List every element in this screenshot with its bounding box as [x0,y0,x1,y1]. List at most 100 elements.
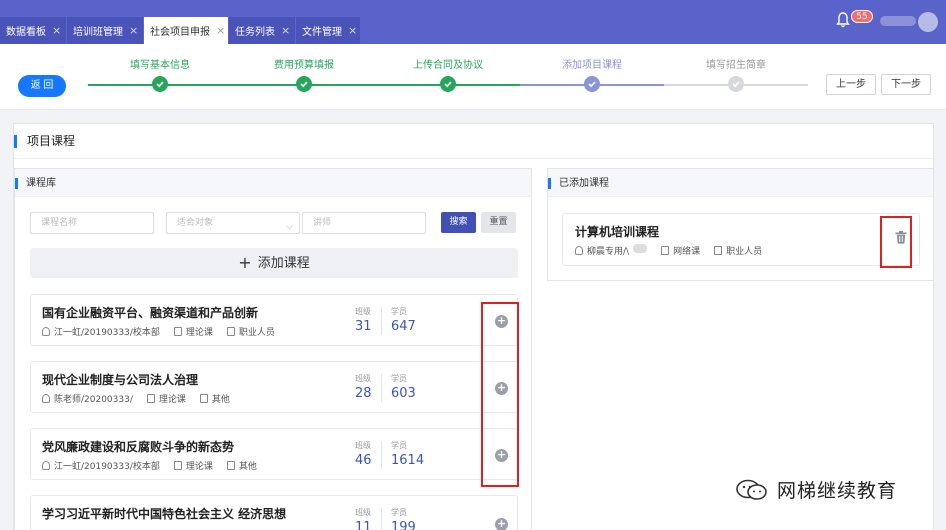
added-title: 已添加课程 [548,178,609,189]
tab-label: 培训班管理 [73,27,123,38]
user-icon [42,394,50,403]
course-row: 党风廉政建设和反腐败斗争的新态势 江一虹/20190333/校本部 理论课 其他… [30,428,518,480]
tab-label: 社会项目申报 [150,27,210,38]
course-author: 江一虹/20190333/校本部 [54,328,160,338]
plus-icon: + [238,253,252,272]
audience-icon [226,461,235,470]
redacted-text [633,244,648,253]
added-course-item: 计算机培训课程 柳晨专用/\ 网络课 职业人员 [562,213,920,266]
student-label: 学员 [391,441,407,450]
divider [381,374,382,402]
add-course-button[interactable]: + 添加课程 [30,248,518,278]
user-icon [575,246,583,255]
check-icon [152,76,168,92]
bell-icon[interactable] [836,12,850,28]
course-meta: 柳晨专用/\ 网络课 职业人员 [575,244,776,257]
lecturer-input[interactable]: 讲师 [302,212,426,234]
step-label: 填写招生简章 [706,60,766,71]
wechat-icon [736,479,767,500]
panel-header [15,169,531,197]
divider [381,508,382,530]
divider [381,441,382,469]
watermark: 网梯继续教育 [735,476,897,503]
class-label: 班级 [355,307,371,316]
tab-file-management[interactable]: 文件管理 × [296,17,360,44]
add-circle-icon[interactable]: + [495,518,508,530]
class-count: 46 [355,453,372,468]
close-icon[interactable]: × [52,24,61,37]
class-label: 班级 [355,441,371,450]
user-icon [42,461,50,470]
student-count: 199 [391,520,416,530]
class-count: 28 [355,386,372,401]
tab-task-list[interactable]: 任务列表 × [229,17,295,44]
student-count: 647 [391,319,416,334]
step-header: 返 回 填写基本信息 费用预算填报 上传合同及协议 添加项目课程 填写招生简章 … [0,44,946,110]
step-label: 上传合同及协议 [413,60,483,71]
course-author: 陈老师/20200333/ [54,395,133,405]
course-type-icon [173,327,182,336]
search-button[interactable]: 搜索 [441,212,476,233]
next-step-button[interactable]: 下一步 [881,74,931,95]
close-icon[interactable]: × [216,24,225,37]
course-type-icon [146,394,155,403]
reset-button[interactable]: 重置 [481,212,516,233]
course-type-icon [173,461,182,470]
close-icon[interactable]: × [281,24,290,37]
course-type: 理论课 [185,328,213,338]
course-type: 网络课 [673,247,701,257]
tab-social-project[interactable]: 社会项目申报 × [144,17,228,44]
back-button[interactable]: 返 回 [18,75,66,97]
audience-placeholder: 适合对象 [177,218,214,228]
course-row: 现代企业制度与公司法人治理 陈老师/20200333/ 理论课 其他 班级 28… [30,361,518,413]
course-audience: 其他 [238,462,257,472]
course-name-input[interactable]: 课程名称 [30,212,154,234]
student-label: 学员 [391,508,407,517]
tab-training-class[interactable]: 培训班管理 × [67,17,143,44]
course-audience: 其他 [211,395,230,405]
course-name: 现代企业制度与公司法人治理 [42,373,199,387]
course-name: 计算机培训课程 [575,225,660,239]
student-count: 1614 [391,453,425,468]
course-name: 学习习近平新时代中国特色社会主义 经济思想 [42,507,287,521]
check-icon [440,76,456,92]
library-title: 课程库 [15,178,56,189]
tab-dashboard[interactable]: 数据看板 × [0,17,66,44]
avatar[interactable] [918,12,938,32]
course-author: 柳晨专用/\ [587,247,630,257]
tab-label: 文件管理 [302,27,342,38]
class-count: 11 [355,520,372,530]
tab-label: 任务列表 [235,27,275,38]
divider [381,307,382,335]
watermark-text: 网梯继续教育 [777,480,898,502]
course-name: 党风廉政建设和反腐败斗争的新态势 [42,440,235,454]
audience-icon [199,394,208,403]
check-icon [584,76,600,92]
course-type: 理论课 [158,395,186,405]
username-redacted[interactable] [880,16,916,26]
course-meta: 江一虹/20190333/校本部 理论课 职业人员 [42,325,289,338]
close-icon[interactable]: × [348,24,357,37]
check-icon [296,76,312,92]
course-meta: 陈老师/20200333/ 理论课 其他 [42,392,244,405]
prev-step-button[interactable]: 上一步 [826,74,876,95]
student-count: 603 [391,386,416,401]
class-count: 31 [355,319,372,334]
close-icon[interactable]: × [129,24,138,37]
section-title: 项目课程 [14,135,75,148]
course-author: 江一虹/20190333/校本部 [54,462,160,472]
audience-icon [226,327,235,336]
divider [14,158,933,159]
add-course-label: 添加课程 [257,256,310,271]
tab-label: 数据看板 [6,27,46,38]
course-audience: 职业人员 [238,328,275,338]
chevron-down-icon: ⌵ [286,222,293,232]
student-label: 学员 [391,374,407,383]
course-meta: 江一虹/20190333/校本部 理论课 其他 [42,459,271,472]
audience-select[interactable]: 适合对象 ⌵ [166,212,300,234]
top-tab-bar: 数据看板 × 培训班管理 × 社会项目申报 × 任务列表 × 文件管理 × 55 [0,0,946,44]
class-label: 班级 [355,508,371,517]
highlight-box [481,302,519,487]
course-row: 国有企业融资平台、融资渠道和产品创新 江一虹/20190333/校本部 理论课 … [30,294,518,346]
audience-icon [714,246,723,255]
